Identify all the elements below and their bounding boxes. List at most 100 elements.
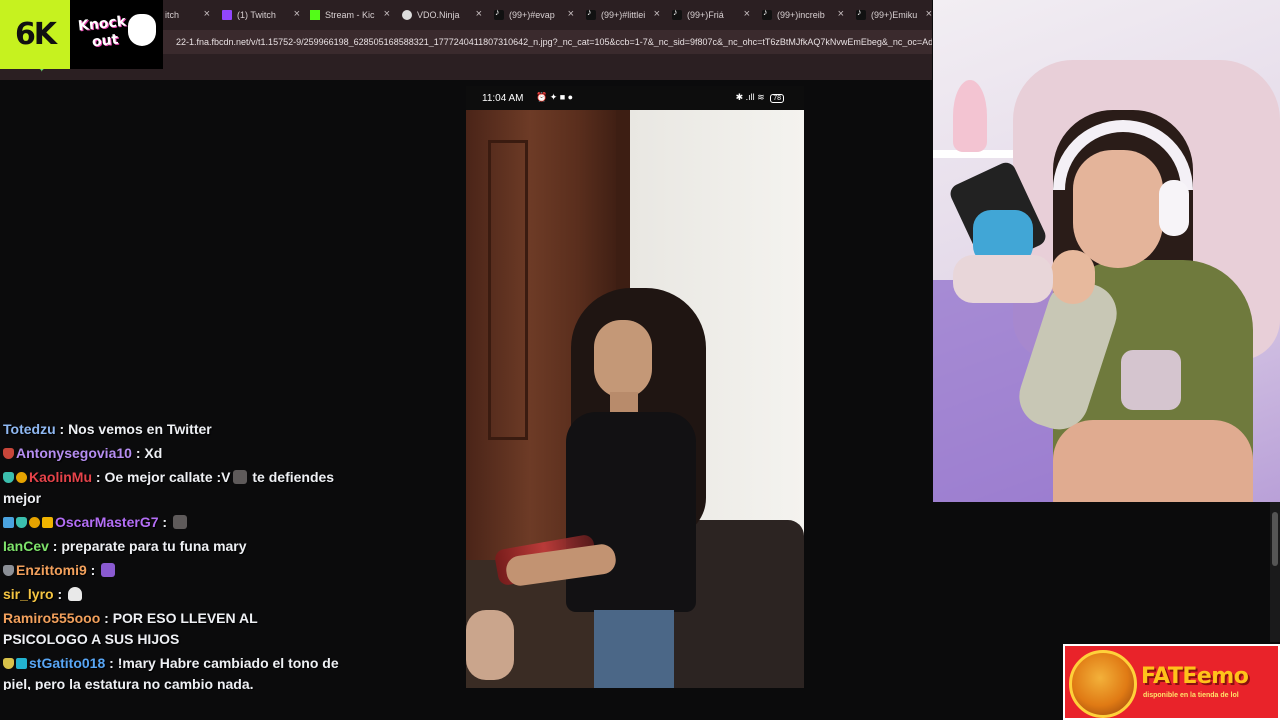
phone-signal-icons: ✱ .ıll ≋ 78 bbox=[736, 92, 784, 103]
signal-icon: ✱ .ıll ≋ bbox=[735, 92, 765, 102]
browser-tab[interactable]: (99+)Friá × bbox=[672, 4, 750, 26]
shield-red-badge-icon bbox=[3, 448, 14, 459]
photo-person-shirt bbox=[566, 412, 696, 612]
webcam-person-legs bbox=[1053, 420, 1253, 502]
browser-tab[interactable]: VDO.Ninja × bbox=[402, 4, 482, 26]
chat-username[interactable]: KaolinMu bbox=[29, 469, 92, 485]
vdo-icon bbox=[402, 10, 412, 20]
bee-mascot-icon bbox=[1069, 650, 1137, 718]
webcam-plant bbox=[953, 80, 987, 152]
bottom-bar bbox=[0, 690, 1063, 720]
photo-door-panel bbox=[488, 140, 528, 440]
chat-message: Ramiro555ooo : POR ESO LLEVEN AL PSICOLO… bbox=[0, 607, 350, 652]
sponsor-banner: FATEemo disponible en la tienda de lol bbox=[1063, 644, 1280, 720]
photo-other-hand bbox=[466, 610, 514, 680]
crown-badge-icon bbox=[42, 517, 53, 528]
chat-text: : bbox=[86, 562, 100, 578]
tiktok-icon bbox=[494, 7, 504, 20]
battery-icon: 78 bbox=[770, 94, 784, 103]
chat-text: : preparate para tu funa mary bbox=[48, 538, 247, 554]
photo bbox=[466, 110, 804, 688]
photo-person-jeans bbox=[594, 610, 674, 688]
webcam-mug bbox=[1121, 350, 1181, 410]
chat-overlay: Totedzu : Nos vemos en Twitter Antonysego… bbox=[0, 418, 350, 697]
chat-username[interactable]: sir_lyro bbox=[3, 586, 54, 602]
browser-tab[interactable]: (99+)increib × bbox=[762, 4, 844, 26]
knockout-logo-line2: out bbox=[91, 31, 120, 51]
browser-tab[interactable]: (99+)#littlei × bbox=[586, 4, 660, 26]
chat-username[interactable]: IanCev bbox=[3, 538, 49, 554]
tiktok-icon bbox=[856, 7, 866, 20]
chat-message: OscarMasterG7 : bbox=[0, 511, 350, 535]
chat-text: : Oe mejor callate :V bbox=[92, 469, 231, 485]
close-tab-icon[interactable]: × bbox=[744, 8, 750, 20]
webcam-person-hand bbox=[1051, 250, 1095, 304]
shield-teal-badge-icon bbox=[16, 517, 27, 528]
phone-status-bar: 11:04 AM ⏰ ✦ ■ ● ✱ .ıll ≋ 78 bbox=[466, 86, 804, 110]
sponsor-title: FATEemo bbox=[1141, 664, 1249, 689]
phone-notification-icons: ⏰ ✦ ■ ● bbox=[536, 92, 574, 102]
tiktok-icon bbox=[586, 7, 596, 20]
chat-username[interactable]: Antonysegovia10 bbox=[16, 445, 132, 461]
chat-message: Enzittomi9 : bbox=[0, 559, 350, 583]
browser-tab-label: itch bbox=[165, 10, 180, 20]
twitch-icon bbox=[222, 10, 232, 20]
close-tab-icon[interactable]: × bbox=[654, 8, 660, 20]
close-tab-icon[interactable]: × bbox=[568, 8, 574, 20]
one-badge-icon bbox=[16, 472, 27, 483]
url-text[interactable]: 22-1.fna.fbcdn.net/v/t1.15752-9/25996619… bbox=[176, 37, 932, 47]
knockout-logo: Knock out bbox=[70, 0, 163, 69]
chat-message: Antonysegovia10 : Xd bbox=[0, 442, 350, 466]
one-badge-icon bbox=[29, 517, 40, 528]
witch-emote-icon bbox=[101, 563, 116, 577]
chat-message: Totedzu : Nos vemos en Twitter bbox=[0, 418, 350, 442]
6k-logo-text: 6K bbox=[14, 17, 57, 52]
chat-username[interactable]: stGatito018 bbox=[29, 655, 105, 671]
chat-username[interactable]: Ramiro555ooo bbox=[3, 610, 100, 626]
chat-message: sir_lyro : bbox=[0, 583, 350, 607]
shield-yellow-badge-icon bbox=[3, 658, 14, 669]
dark-emote-icon bbox=[172, 515, 187, 529]
phone-screenshot: 11:04 AM ⏰ ✦ ■ ● ✱ .ıll ≋ 78 bbox=[466, 86, 804, 688]
close-tab-icon[interactable]: × bbox=[294, 8, 300, 20]
chat-text: : bbox=[158, 514, 171, 530]
tiktok-icon bbox=[672, 7, 682, 20]
knockout-logo-line1: Knock bbox=[77, 13, 127, 35]
chat-message: IanCev : preparate para tu funa mary bbox=[0, 535, 350, 559]
tiktok-icon bbox=[762, 7, 772, 20]
webcam-bow bbox=[953, 255, 1053, 303]
browser-tab-label: (99+)#littlei bbox=[601, 10, 646, 20]
browser-tab[interactable]: (99+)#evap × bbox=[494, 4, 574, 26]
browser-tab-label: VDO.Ninja bbox=[417, 10, 460, 20]
webcam-feed bbox=[933, 0, 1280, 502]
browser-tab-label: (99+)increib bbox=[777, 10, 825, 20]
browser-tab[interactable]: (1) Twitch × bbox=[222, 4, 300, 26]
chat-text: : Xd bbox=[131, 445, 163, 461]
browser-tab[interactable]: (99+)Emiku × bbox=[856, 4, 932, 26]
browser-tab-label: (99+)#evap bbox=[509, 10, 555, 20]
close-tab-icon[interactable]: × bbox=[204, 8, 210, 20]
browser-tab[interactable]: Stream - Kic × bbox=[310, 4, 390, 26]
shield-gray-badge-icon bbox=[3, 565, 14, 576]
bunny-mascot-icon bbox=[128, 14, 156, 46]
6k-logo: 6K bbox=[0, 0, 70, 69]
photo-person-face bbox=[594, 320, 652, 398]
chat-username[interactable]: OscarMasterG7 bbox=[55, 514, 159, 530]
blue-badge-icon bbox=[3, 517, 14, 528]
shield-teal-badge-icon bbox=[3, 472, 14, 483]
scrollbar-thumb[interactable] bbox=[1272, 512, 1278, 566]
close-tab-icon[interactable]: × bbox=[926, 8, 932, 20]
kick-icon bbox=[310, 10, 320, 20]
sponsor-subtitle: disponible en la tienda de lol bbox=[1143, 692, 1239, 699]
chat-text: : bbox=[53, 586, 67, 602]
close-tab-icon[interactable]: × bbox=[838, 8, 844, 20]
phone-time: 11:04 AM bbox=[482, 93, 524, 104]
close-tab-icon[interactable]: × bbox=[476, 8, 482, 20]
chat-username[interactable]: Enzittomi9 bbox=[16, 562, 87, 578]
chat-text: : Nos vemos en Twitter bbox=[55, 421, 212, 437]
chat-message: KaolinMu : Oe mejor callate :V te defien… bbox=[0, 466, 350, 511]
scrollbar[interactable] bbox=[1270, 502, 1280, 642]
close-tab-icon[interactable]: × bbox=[384, 8, 390, 20]
chat-username[interactable]: Totedzu bbox=[3, 421, 56, 437]
headphone-earcup bbox=[1159, 180, 1189, 236]
